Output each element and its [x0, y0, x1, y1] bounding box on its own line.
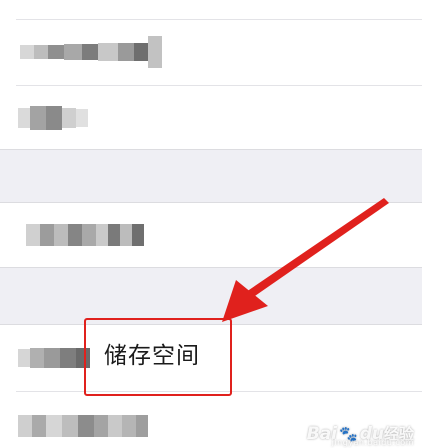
settings-row[interactable]	[0, 0, 422, 20]
settings-screen: 储存空间 Bai 🐾 du 经验 jingyan.baidu.com	[0, 0, 422, 448]
annotation-highlight-box	[84, 318, 232, 396]
blurred-label	[18, 414, 148, 438]
baidu-watermark: Bai 🐾 du 经验 jingyan.baidu.com	[307, 423, 414, 448]
section-gap	[0, 268, 422, 324]
settings-row-blurred[interactable]	[0, 86, 422, 150]
blurred-icon	[18, 346, 90, 370]
section-gap	[0, 150, 422, 202]
blurred-label	[18, 104, 88, 132]
settings-row-blurred[interactable]	[0, 202, 422, 268]
settings-row-blurred[interactable]	[0, 20, 422, 86]
blurred-label	[26, 222, 144, 248]
blurred-label	[20, 34, 162, 70]
watermark-url: jingyan.baidu.com	[331, 438, 414, 447]
